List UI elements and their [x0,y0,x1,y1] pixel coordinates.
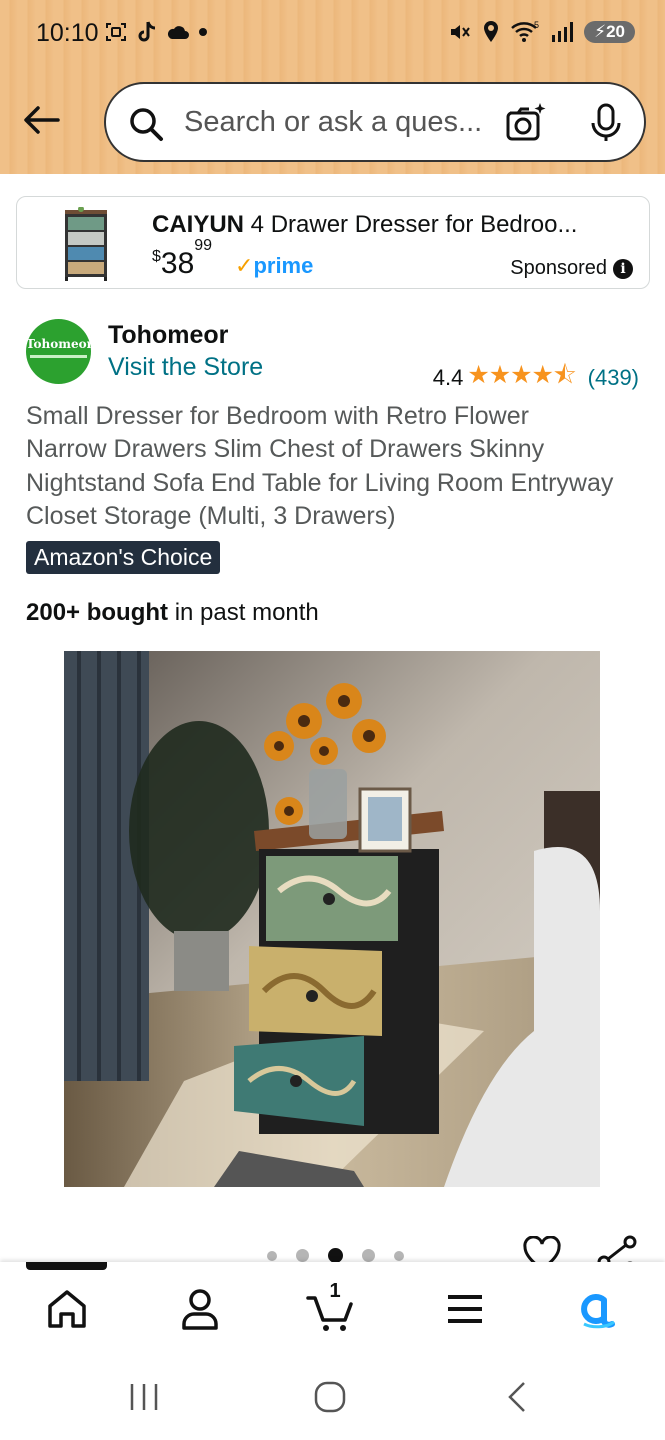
mute-icon [451,25,470,39]
ad-price-whole: 38 [160,247,195,280]
home-button-icon[interactable] [313,1380,347,1414]
sponsored-text: Sponsored [510,257,607,279]
star-rating-icon: ★★★★⯪ [467,361,576,389]
store-name: Tohomeor [108,321,229,349]
microphone-icon[interactable] [588,103,624,143]
carousel-dot-active [328,1248,343,1263]
system-back-icon[interactable] [504,1380,530,1414]
product-title: Small Dresser for Bedroom with Retro Flo… [26,402,614,530]
bought-count-rest: in past month [168,599,319,626]
ad-title-text: 4 Drawer Dresser for Bedroo... [244,211,578,238]
carousel-dot [296,1249,309,1262]
battery-icon: ⚡20 [584,21,635,43]
tiktok-icon [138,21,156,42]
rating-value: 4.4 [432,364,464,390]
menu-icon[interactable] [440,1284,490,1334]
ad-price-currency: $ [152,248,161,265]
ad-price-fraction: 99 [194,237,213,254]
carousel-dot [267,1250,277,1261]
status-bar: 10:10 5 ⚡20 [0,0,665,66]
signal-icon [552,22,574,42]
store-logo[interactable]: Tohomeor [26,319,91,384]
search-input[interactable]: Search or ask a ques... [184,106,482,139]
location-icon [484,21,499,42]
carousel-dot [362,1249,375,1262]
cart-count: 1 [329,1280,341,1302]
wifi-icon: 5 [511,20,539,42]
rufus-assistant-icon[interactable] [574,1284,624,1334]
status-time: 10:10 [36,19,99,47]
sponsored-product-ad[interactable]: CAIYUN 4 Drawer Dresser for Bedroo... $3… [16,196,650,289]
info-icon[interactable]: i [613,258,633,279]
bought-count: 200+ bought in past month [26,599,319,627]
ad-brand: CAIYUN [152,211,245,238]
svg-text:5: 5 [534,20,539,30]
cart-button[interactable]: 1 [306,1280,356,1334]
search-bar[interactable]: Search or ask a ques... [104,82,646,162]
store-logo-tagline [30,355,87,358]
battery-level: 20 [606,22,625,41]
ad-product-thumbnail [65,207,107,281]
product-main-image[interactable] [64,651,600,1187]
review-count-link[interactable]: (439) [588,365,639,391]
cloud-icon [167,26,189,39]
status-icons-right: 5 ⚡20 [448,20,635,44]
bottom-navigation: 1 [0,1262,665,1354]
visit-store-link[interactable]: Visit the Store [108,353,263,382]
ad-title[interactable]: CAIYUN 4 Drawer Dresser for Bedroo... [152,211,577,239]
prime-label: prime [253,253,314,278]
ad-price: $3899 [152,237,212,281]
system-navigation-bar [0,1354,665,1440]
prime-check-icon: ✓ [235,253,254,278]
store-logo-text: Tohomeor [26,337,91,351]
amazons-choice-badge[interactable]: Amazon's Choice [26,541,221,574]
rating-summary[interactable]: 4.4 ★★★★⯪ (439) [433,356,639,399]
search-icon [130,108,163,141]
carousel-indicator [267,1248,404,1263]
screenshot-icon [106,23,126,41]
carousel-dot [394,1250,404,1261]
prime-badge: ✓prime [235,253,313,279]
bought-count-bold: 200+ bought [26,599,169,626]
status-icons-left [104,20,208,44]
back-arrow-icon[interactable] [18,96,66,144]
recent-apps-icon[interactable] [128,1380,160,1414]
account-icon[interactable] [175,1284,225,1334]
active-tab-indicator [26,1262,107,1270]
dot-icon [199,28,207,36]
sponsored-label[interactable]: Sponsored i [510,257,633,280]
home-icon[interactable] [42,1284,92,1334]
camera-search-icon[interactable] [504,101,548,145]
